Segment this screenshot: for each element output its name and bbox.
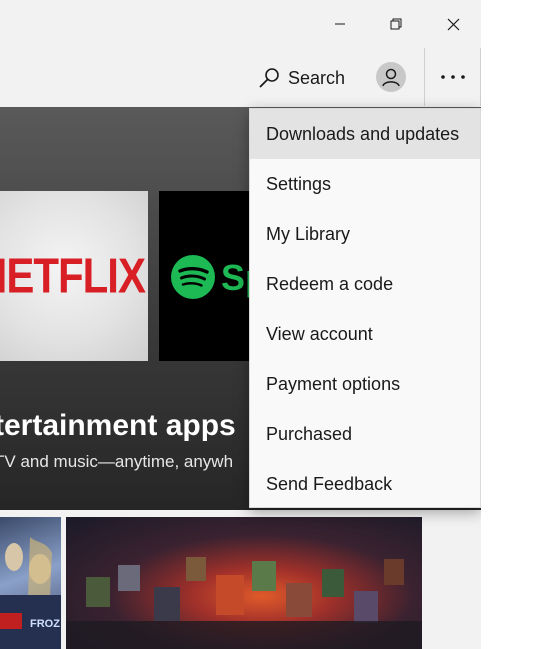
menu-item-my-library[interactable]: My Library — [250, 209, 480, 259]
menu-item-view-account[interactable]: View account — [250, 309, 480, 359]
svg-text:FROZ: FROZ — [30, 618, 60, 630]
close-icon — [447, 18, 459, 30]
close-button[interactable] — [425, 0, 481, 48]
frozen-movie-tile[interactable]: FROZ — [0, 517, 61, 649]
minimize-icon — [335, 23, 345, 25]
search-button[interactable]: Search — [258, 62, 345, 94]
netflix-tile[interactable]: NETFLIX — [0, 191, 148, 361]
menu-item-redeem-a-code[interactable]: Redeem a code — [250, 259, 480, 309]
store-toolbar: Search — [0, 48, 481, 106]
spotify-logo-icon — [171, 255, 215, 299]
title-bar — [0, 0, 481, 48]
minecraft-artwork-icon — [66, 557, 422, 649]
account-icon — [382, 68, 400, 87]
frozen-artwork-icon: FROZ — [0, 537, 61, 649]
menu-item-purchased[interactable]: Purchased — [250, 409, 480, 459]
menu-item-payment-options[interactable]: Payment options — [250, 359, 480, 409]
restore-icon — [390, 18, 402, 30]
account-button[interactable] — [376, 62, 406, 92]
more-icon — [440, 75, 465, 79]
search-label: Search — [288, 67, 346, 88]
netflix-logo: NETFLIX — [0, 247, 146, 304]
more-options-button[interactable] — [424, 48, 481, 106]
hero-title: tertainment apps — [0, 409, 236, 442]
menu-item-downloads-and-updates[interactable]: Downloads and updates — [250, 109, 480, 159]
minimize-button[interactable] — [312, 0, 368, 48]
hero-subtitle: TV and music—anytime, anywh — [0, 452, 234, 471]
store-window: Search NETFLIX Sp — [0, 0, 481, 649]
restore-button[interactable] — [368, 0, 424, 48]
menu-item-settings[interactable]: Settings — [250, 159, 480, 209]
menu-item-send-feedback[interactable]: Send Feedback — [250, 459, 480, 509]
search-icon — [259, 68, 279, 88]
more-options-menu: Downloads and updates Settings My Librar… — [249, 108, 481, 508]
minecraft-dungeons-tile[interactable] — [66, 517, 422, 649]
